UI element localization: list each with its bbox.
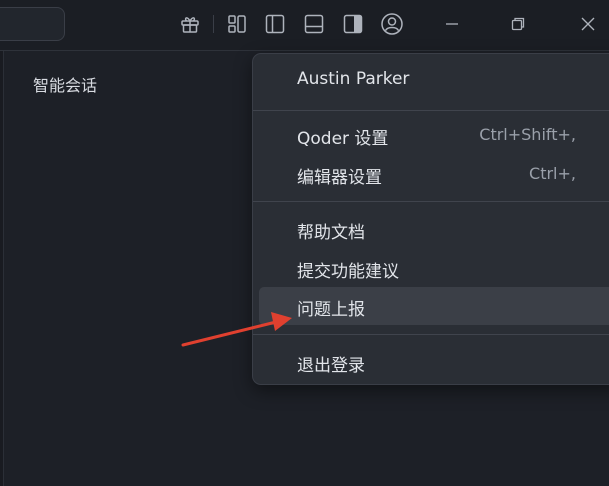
annotation-arrow-icon [181, 312, 292, 347]
